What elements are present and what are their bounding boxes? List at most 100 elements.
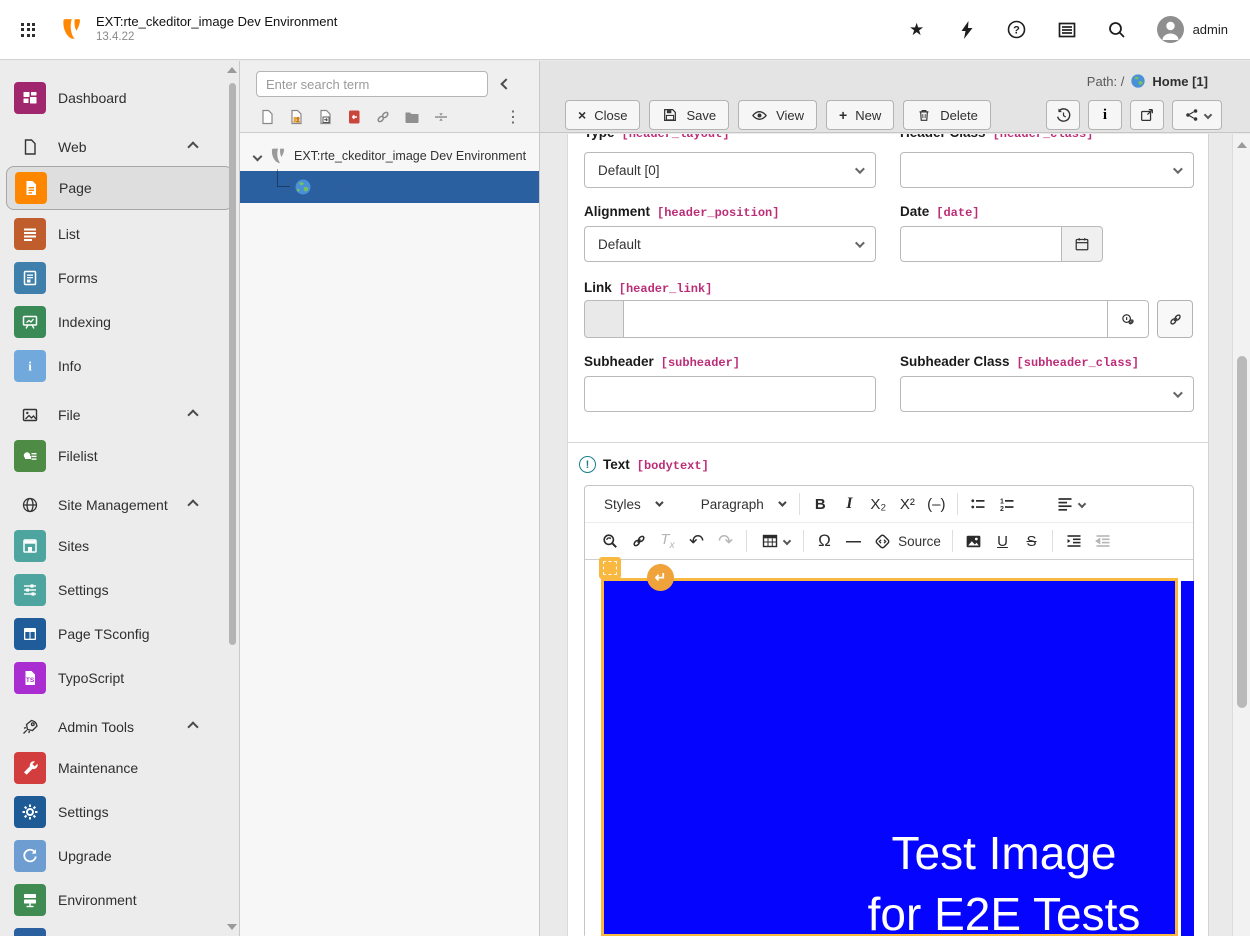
sidebar-item-maintenance[interactable]: Maintenance: [0, 746, 239, 790]
link-button[interactable]: [624, 527, 653, 555]
typo3-logo[interactable]: [58, 17, 84, 43]
bold-button[interactable]: B: [806, 490, 835, 518]
subscript-button[interactable]: X₂: [864, 490, 893, 518]
link-browser-button[interactable]: [1157, 300, 1193, 338]
scrollbar-thumb[interactable]: [229, 83, 236, 645]
sidebar-item-upgrade[interactable]: Upgrade: [0, 834, 239, 878]
new-link-page-icon[interactable]: [343, 106, 364, 127]
sidebar-item-admin-settings[interactable]: Settings: [0, 790, 239, 834]
system-info-bolt-icon[interactable]: [957, 20, 977, 40]
separator-icon[interactable]: [430, 106, 451, 127]
source-button[interactable]: Source: [868, 527, 946, 555]
blockquote-button[interactable]: [1022, 490, 1051, 518]
soft-hyphen-button[interactable]: (–): [922, 490, 951, 518]
new-page-icon[interactable]: [256, 106, 277, 127]
new-button[interactable]: +New: [826, 100, 894, 130]
sidebar-item-csp[interactable]: Content Security Policy: [0, 922, 239, 936]
horizontal-line-button[interactable]: —: [839, 527, 868, 555]
insert-table-button[interactable]: [753, 527, 797, 555]
sidebar-item-environment[interactable]: Environment: [0, 878, 239, 922]
close-button[interactable]: ×Close: [565, 100, 640, 130]
view-button[interactable]: View: [738, 100, 817, 130]
scroll-down-icon[interactable]: [227, 924, 237, 930]
opendocs-icon[interactable]: [1057, 20, 1077, 40]
history-button[interactable]: [1046, 100, 1080, 130]
sidebar-item-info[interactable]: i Info: [0, 344, 239, 388]
outdent-button[interactable]: [1088, 527, 1117, 555]
italic-button[interactable]: I: [835, 490, 864, 518]
new-shortcut-page-icon[interactable]: [314, 106, 335, 127]
superscript-button[interactable]: X²: [893, 490, 922, 518]
site-title: EXT:rte_ckeditor_image Dev Environment 1…: [96, 14, 337, 45]
tree-search-input[interactable]: [256, 71, 488, 97]
subheader-class-select[interactable]: [900, 376, 1194, 412]
sidebar-item-indexing[interactable]: Indexing: [0, 300, 239, 344]
rte-content-area[interactable]: ↵ Test Image for E2E Tests: [585, 560, 1193, 936]
bookmark-star-icon[interactable]: ★: [907, 20, 927, 40]
sidebar-item-dashboard[interactable]: Dashboard: [0, 76, 239, 120]
delete-button[interactable]: Delete: [903, 100, 991, 130]
sidebar-section-site-management[interactable]: Site Management: [0, 490, 239, 520]
strikethrough-button[interactable]: S: [1017, 527, 1046, 555]
special-characters-button[interactable]: Ω: [810, 527, 839, 555]
user-menu[interactable]: admin: [1157, 16, 1228, 43]
paragraph-dropdown[interactable]: Paragraph: [692, 490, 793, 518]
tree-node-root[interactable]: EXT:rte_ckeditor_image Dev Environment: [240, 141, 539, 171]
numbered-list-button[interactable]: 12: [993, 490, 1022, 518]
new-backend-section-icon[interactable]: [285, 106, 306, 127]
link-input[interactable]: [623, 300, 1108, 338]
folder-icon[interactable]: [401, 106, 422, 127]
widget-drag-handle-icon[interactable]: [599, 557, 621, 579]
collapse-tree-icon[interactable]: [500, 78, 511, 89]
date-picker-button[interactable]: [1061, 226, 1103, 262]
insert-image-button[interactable]: [959, 527, 988, 555]
sidebar-item-label: List: [58, 226, 80, 242]
sidebar-item-sites[interactable]: Sites: [0, 524, 239, 568]
sidebar-item-filelist[interactable]: Filelist: [0, 434, 239, 478]
styles-dropdown[interactable]: Styles: [595, 490, 670, 518]
selected-image-widget[interactable]: Test Image for E2E Tests: [601, 578, 1178, 936]
sidebar-section-file[interactable]: File: [0, 400, 239, 430]
sidebar-item-list[interactable]: List: [0, 212, 239, 256]
alignment-select[interactable]: Default: [584, 226, 876, 262]
chevron-down-icon[interactable]: [253, 151, 263, 161]
calendar-icon: [1074, 236, 1090, 252]
sidebar-section-admin-tools[interactable]: Admin Tools: [0, 712, 239, 742]
save-button[interactable]: Save: [649, 100, 729, 130]
remove-format-button[interactable]: Tx: [653, 527, 682, 555]
sidebar-item-site-settings[interactable]: Settings: [0, 568, 239, 612]
module-menu-button[interactable]: [8, 10, 48, 50]
link-explanation-toggle[interactable]: [1107, 300, 1149, 338]
share-button[interactable]: [1172, 100, 1222, 130]
help-icon[interactable]: ?: [1007, 20, 1027, 40]
tree-node-home[interactable]: Home: [240, 171, 539, 203]
insert-paragraph-button[interactable]: ↵: [647, 564, 674, 591]
scroll-up-icon[interactable]: [1237, 142, 1247, 148]
redo-button[interactable]: ↷: [711, 527, 740, 555]
scroll-up-icon[interactable]: [227, 67, 237, 73]
text-alignment-button[interactable]: [1051, 490, 1091, 518]
subheader-input[interactable]: [584, 376, 876, 412]
date-input[interactable]: [900, 226, 1062, 262]
link-icon[interactable]: [372, 106, 393, 127]
sidebar-item-page-tsconfig[interactable]: Page TSconfig: [0, 612, 239, 656]
sidebar-section-web[interactable]: Web: [0, 132, 239, 162]
undo-button[interactable]: ↶: [682, 527, 711, 555]
search-icon[interactable]: [1107, 20, 1127, 40]
underline-button[interactable]: U: [988, 527, 1017, 555]
find-replace-button[interactable]: [595, 527, 624, 555]
scrollbar-thumb[interactable]: [1237, 356, 1247, 708]
doc-header: Path: / Home [1] ×Close Save View +New D…: [540, 61, 1250, 133]
info-button[interactable]: i: [1088, 100, 1122, 130]
type-select[interactable]: Default [0]: [584, 152, 876, 188]
sidebar-item-page[interactable]: Page: [6, 166, 233, 210]
indent-button[interactable]: [1059, 527, 1088, 555]
bulleted-list-button[interactable]: [964, 490, 993, 518]
sidebar-item-typoscript[interactable]: TS TypoScript: [0, 656, 239, 700]
open-in-new-window-button[interactable]: [1130, 100, 1164, 130]
tree-kebab-menu-icon[interactable]: ⋮: [505, 107, 521, 127]
sidebar-item-forms[interactable]: Forms: [0, 256, 239, 300]
header-class-select[interactable]: [900, 152, 1194, 188]
sidebar-scrollbar[interactable]: [227, 65, 237, 932]
main-scrollbar[interactable]: [1232, 134, 1250, 936]
